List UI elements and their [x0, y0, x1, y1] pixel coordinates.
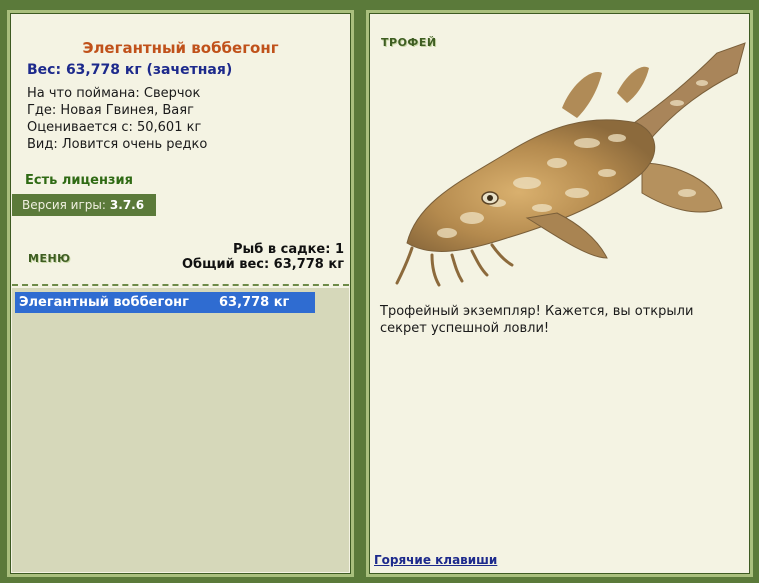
keep-item-weight: 63,778 кг [219, 295, 290, 310]
wobbegong-shark-image [395, 42, 746, 287]
keep-net-list: Элегантный воббегонг 63,778 кг [12, 288, 349, 572]
game-version-box: Версия игры: 3.7.6 [12, 194, 156, 216]
keep-list-item[interactable]: Элегантный воббегонг 63,778 кг [15, 292, 315, 313]
keep-net-stats: Рыб в садке: 1 Общий вес: 63,778 кг [182, 242, 344, 272]
trophy-panel: ТРОФЕЙ Трофейный экземпляр! Кажется, вы … [366, 10, 753, 577]
fish-name-title: Элегантный воббегонг [82, 39, 279, 57]
bait-info: На что поймана: Сверчок [27, 86, 201, 101]
catch-details: На что поймана: Сверчок Где: Новая Гвине… [27, 85, 207, 153]
version-value: 3.7.6 [109, 198, 145, 212]
catch-info-panel: Элегантный воббегонг Вес: 63,778 кг (зач… [7, 10, 354, 577]
rarity-info: Вид: Ловится очень редко [27, 137, 208, 152]
fish-weight-line: Вес: 63,778 кг (зачетная) [27, 62, 233, 78]
keep-total-weight: Общий вес: 63,778 кг [181, 257, 344, 272]
trophy-threshold-info: Оценивается с: 50,601 кг [27, 120, 202, 135]
trophy-label: ТРОФЕЙ [381, 36, 437, 49]
version-label: Версия игры: [22, 198, 106, 212]
divider [12, 284, 349, 286]
hotkeys-link[interactable]: Горячие клавиши [374, 553, 497, 567]
location-info: Где: Новая Гвинея, Ваяг [27, 103, 194, 118]
keep-item-name: Элегантный воббегонг [19, 295, 189, 310]
keep-fish-count: Рыб в садке: 1 [232, 242, 344, 257]
license-status: Есть лицензия [25, 173, 133, 188]
menu-button[interactable]: МЕНЮ [28, 252, 71, 265]
trophy-message: Трофейный экземпляр! Кажется, вы открыли… [380, 304, 694, 336]
